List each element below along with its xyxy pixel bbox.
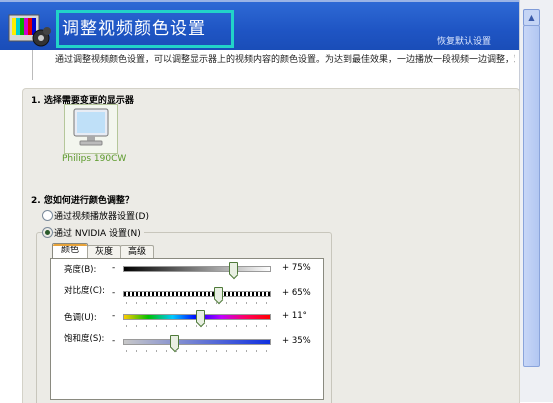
saturation-minus: - [112,336,116,346]
contrast-minus: - [112,288,116,298]
radio-nvidia[interactable] [42,227,53,238]
intro-text: 通过调整视频颜色设置，可以调整显示器上的视频内容的颜色设置。为达到最佳效果，一边… [55,55,515,65]
brightness-track[interactable] [123,266,271,272]
contrast-label: 对比度(C): [64,286,105,296]
saturation-label: 饱和度(S): [64,334,105,344]
tab-gray[interactable]: 灰度 [87,245,121,259]
saturation-slider-thumb[interactable] [170,335,180,348]
contrast-value: + 65% [282,288,311,298]
option-video-player-label[interactable]: 通过视频播放器设置(D) [54,209,149,222]
restore-defaults-link[interactable]: 恢复默认设置 [437,34,491,47]
saturation-value: + 35% [282,336,311,346]
saturation-ticks [126,350,268,352]
monitor-color-bars-icon [8,14,51,47]
brightness-slider-thumb[interactable] [228,262,238,275]
hue-ticks [126,325,268,327]
option-nvidia-label[interactable]: 通过 NVIDIA 设置(N) [54,226,144,239]
radio-video-player[interactable] [42,210,53,221]
tab-color[interactable]: 颜色 [52,243,88,259]
tab-advanced[interactable]: 高级 [120,245,154,259]
hue-label: 色调(U): [64,313,97,323]
monitor-name: Philips 190CW [62,154,127,164]
brightness-minus: - [112,263,116,273]
brightness-value: + 75% [282,263,311,273]
window-top-edge [0,0,519,2]
hue-slider-thumb[interactable] [196,310,206,323]
brightness-label: 亮度(B): [64,265,97,275]
section2-title: 2. 您如何进行颜色调整？ [31,196,134,206]
contrast-track[interactable] [123,291,271,297]
contrast-ticks [126,302,268,304]
left-divider [32,50,33,80]
display-monitor-icon [73,108,109,146]
page-title: 调整视频颜色设置 [62,19,206,39]
contrast-slider-thumb[interactable] [213,287,223,300]
color-tab-content [50,258,324,400]
saturation-track[interactable] [123,339,271,345]
monitor-selector[interactable] [64,104,118,154]
scrollbar-thumb[interactable] [523,25,540,367]
scroll-up-arrow-icon[interactable]: ▲ [523,9,540,26]
hue-minus: - [112,311,116,321]
hue-value: + 11° [282,311,307,321]
